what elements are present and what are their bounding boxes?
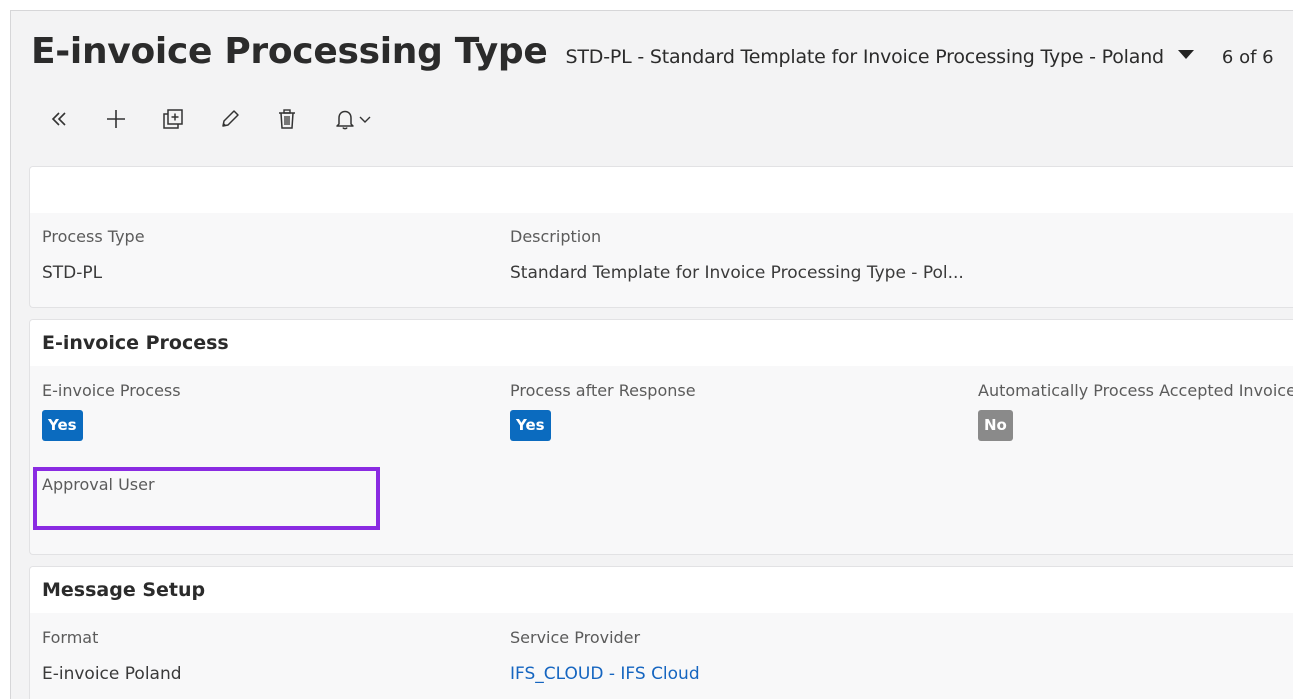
caret-down-icon[interactable] — [1177, 49, 1194, 59]
new-button[interactable] — [102, 105, 130, 133]
service-provider-label: Service Provider — [510, 628, 641, 647]
service-provider-field: Service Provider IFS_CLOUD - IFS Cloud — [510, 628, 700, 684]
description-field: Description Standard Template for Invoic… — [510, 227, 964, 283]
record-name[interactable]: STD-PL - Standard Template for Invoice P… — [566, 46, 1165, 68]
trash-icon[interactable] — [276, 108, 298, 130]
process-type-label: Process Type — [42, 227, 145, 246]
process-after-response-badge: Yes — [510, 410, 551, 441]
description-label: Description — [510, 227, 602, 246]
record-count: 6 of 6 — [1221, 47, 1274, 68]
auto-process-accepted-badge: No — [978, 410, 1013, 441]
format-value: E-invoice Poland — [42, 664, 182, 684]
chevron-down-icon[interactable] — [358, 112, 372, 126]
einvoice-process-badge: Yes — [42, 410, 83, 441]
double-chevron-left-icon[interactable] — [50, 110, 68, 128]
einvoice-process-label: E-invoice Process — [42, 381, 181, 400]
format-label: Format — [42, 628, 99, 647]
service-provider-link[interactable]: IFS_CLOUD - IFS Cloud — [510, 664, 700, 684]
message-setup-title: Message Setup — [30, 567, 1293, 613]
message-setup-card: Message Setup Format E-invoice Poland Se… — [29, 566, 1293, 699]
pencil-icon[interactable] — [219, 108, 241, 130]
record-selector[interactable]: STD-PL - Standard Template for Invoice P… — [566, 46, 1194, 68]
process-after-response-label: Process after Response — [510, 381, 696, 400]
bell-icon[interactable] — [334, 108, 356, 130]
description-value: Standard Template for Invoice Processing… — [510, 263, 964, 283]
notifications-button[interactable] — [330, 105, 376, 133]
collapse-button[interactable] — [45, 105, 73, 133]
process-after-response-field: Process after Response Yes — [510, 381, 696, 441]
einvoice-process-title: E-invoice Process — [30, 320, 1293, 366]
format-field: Format E-invoice Poland — [42, 628, 182, 684]
process-type-value: STD-PL — [42, 263, 103, 283]
highlight-box — [33, 467, 380, 530]
page-title: E-invoice Processing Type — [31, 31, 548, 72]
process-type-field: Process Type STD-PL — [42, 227, 145, 283]
toolbar — [45, 105, 405, 133]
einvoice-process-field: E-invoice Process Yes — [42, 381, 181, 441]
plus-icon[interactable] — [105, 108, 127, 130]
general-card: Process Type STD-PL Description Standard… — [29, 166, 1293, 308]
auto-process-accepted-label: Automatically Process Accepted Invoice — [978, 381, 1293, 400]
duplicate-icon[interactable] — [162, 108, 184, 130]
edit-button[interactable] — [216, 105, 244, 133]
auto-process-accepted-field: Automatically Process Accepted Invoice N… — [978, 381, 1293, 441]
general-card-header — [30, 167, 1293, 213]
page-header: E-invoice Processing Type STD-PL - Stand… — [31, 31, 1274, 72]
page-frame: E-invoice Processing Type STD-PL - Stand… — [10, 10, 1293, 699]
delete-button[interactable] — [273, 105, 301, 133]
duplicate-button[interactable] — [159, 105, 187, 133]
